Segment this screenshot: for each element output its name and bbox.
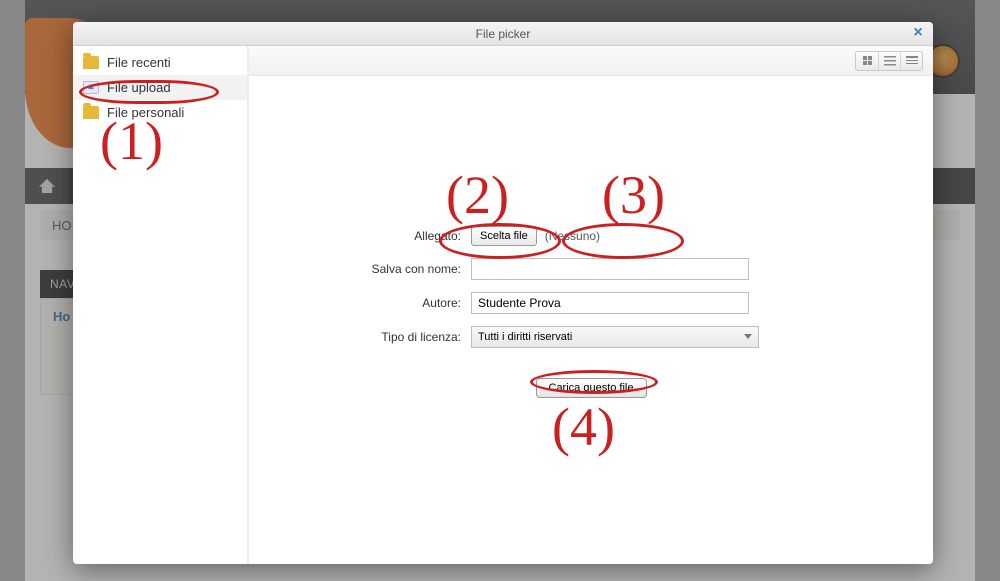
author-input[interactable] bbox=[471, 292, 749, 314]
upload-this-file-button[interactable]: Carica questo file bbox=[536, 378, 647, 398]
choose-file-button[interactable]: Scelta file bbox=[471, 226, 537, 246]
author-label: Autore: bbox=[331, 296, 461, 310]
list-icon bbox=[884, 56, 896, 66]
dialog-titlebar: File picker × bbox=[73, 22, 933, 46]
detail-icon bbox=[906, 56, 918, 66]
repo-recent-files[interactable]: File recenti bbox=[73, 50, 247, 75]
repo-label: File upload bbox=[107, 80, 171, 95]
license-label: Tipo di licenza: bbox=[331, 330, 461, 344]
upload-icon bbox=[83, 81, 99, 94]
license-select[interactable]: Tutti i diritti riservati bbox=[471, 326, 759, 348]
view-detail-button[interactable] bbox=[900, 52, 922, 70]
license-selected-value: Tutti i diritti riservati bbox=[478, 331, 572, 343]
save-as-label: Salva con nome: bbox=[331, 262, 461, 276]
close-button[interactable]: × bbox=[909, 24, 927, 42]
folder-icon bbox=[83, 56, 99, 69]
view-toolbar bbox=[249, 46, 933, 76]
folder-icon bbox=[83, 106, 99, 119]
repo-file-upload[interactable]: File upload bbox=[73, 75, 247, 100]
dialog-title: File picker bbox=[476, 27, 531, 41]
save-as-input[interactable] bbox=[471, 258, 749, 280]
grid-icon bbox=[863, 56, 872, 65]
repo-label: File personali bbox=[107, 105, 184, 120]
repo-personal-files[interactable]: File personali bbox=[73, 100, 247, 125]
upload-form: Allegato: Scelta file (Nessuno) Salva co… bbox=[249, 76, 933, 564]
repository-list: File recenti File upload File personali bbox=[73, 46, 249, 564]
content-pane: Allegato: Scelta file (Nessuno) Salva co… bbox=[249, 46, 933, 564]
chosen-file-status: (Nessuno) bbox=[545, 229, 600, 243]
view-list-button[interactable] bbox=[878, 52, 900, 70]
file-picker-dialog: File picker × File recenti File upload F… bbox=[73, 22, 933, 564]
view-grid-button[interactable] bbox=[856, 52, 878, 70]
repo-label: File recenti bbox=[107, 55, 171, 70]
attachment-label: Allegato: bbox=[331, 229, 461, 243]
